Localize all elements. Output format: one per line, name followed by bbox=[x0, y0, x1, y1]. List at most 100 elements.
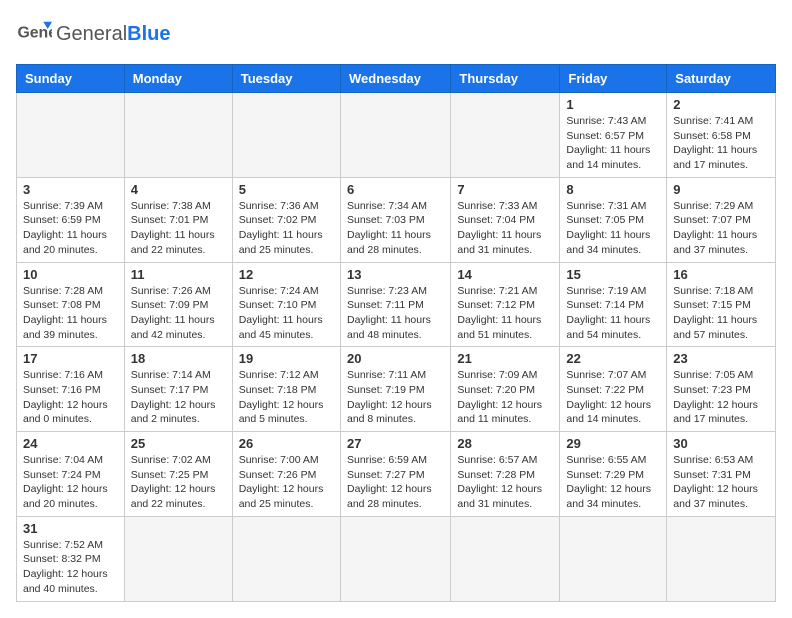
day-number: 4 bbox=[131, 182, 226, 197]
day-info: Sunrise: 7:16 AM Sunset: 7:16 PM Dayligh… bbox=[23, 368, 118, 427]
calendar-day-cell: 14 Sunrise: 7:21 AM Sunset: 7:12 PM Dayli… bbox=[451, 262, 560, 347]
day-info: Sunrise: 7:21 AM Sunset: 7:12 PM Dayligh… bbox=[457, 284, 553, 343]
day-info: Sunrise: 7:09 AM Sunset: 7:20 PM Dayligh… bbox=[457, 368, 553, 427]
logo-icon: General bbox=[16, 16, 52, 52]
calendar-day-cell bbox=[124, 516, 232, 601]
day-info: Sunrise: 7:29 AM Sunset: 7:07 PM Dayligh… bbox=[673, 199, 769, 258]
calendar-day-cell: 3Sunrise: 7:39 AM Sunset: 6:59 PM Daylig… bbox=[17, 177, 125, 262]
day-number: 2 bbox=[673, 97, 769, 112]
day-number: 24 bbox=[23, 436, 118, 451]
day-info: Sunrise: 7:11 AM Sunset: 7:19 PM Dayligh… bbox=[347, 368, 444, 427]
day-number: 20 bbox=[347, 351, 444, 366]
weekday-header-saturday: Saturday bbox=[667, 65, 776, 93]
day-number: 7 bbox=[457, 182, 553, 197]
day-number: 21 bbox=[457, 351, 553, 366]
calendar-day-cell: 7 Sunrise: 7:33 AM Sunset: 7:04 PM Daylig… bbox=[451, 177, 560, 262]
calendar-day-cell: 27 Sunrise: 6:59 AM Sunset: 7:27 PM Dayli… bbox=[340, 432, 450, 517]
logo-general-text: GeneralBlue bbox=[56, 23, 171, 45]
day-info: Sunrise: 7:38 AM Sunset: 7:01 PM Dayligh… bbox=[131, 199, 226, 258]
day-number: 26 bbox=[239, 436, 334, 451]
day-info: Sunrise: 7:39 AM Sunset: 6:59 PM Dayligh… bbox=[23, 199, 118, 258]
day-number: 31 bbox=[23, 521, 118, 536]
calendar-day-cell bbox=[560, 516, 667, 601]
weekday-header-friday: Friday bbox=[560, 65, 667, 93]
day-number: 5 bbox=[239, 182, 334, 197]
day-number: 6 bbox=[347, 182, 444, 197]
calendar-week-row: 24Sunrise: 7:04 AM Sunset: 7:24 PM Dayli… bbox=[17, 432, 776, 517]
calendar-day-cell: 4 Sunrise: 7:38 AM Sunset: 7:01 PM Daylig… bbox=[124, 177, 232, 262]
calendar-day-cell: 23Sunrise: 7:05 AM Sunset: 7:23 PM Dayli… bbox=[667, 347, 776, 432]
calendar-day-cell: 5 Sunrise: 7:36 AM Sunset: 7:02 PM Daylig… bbox=[232, 177, 340, 262]
calendar-day-cell: 24Sunrise: 7:04 AM Sunset: 7:24 PM Dayli… bbox=[17, 432, 125, 517]
day-number: 23 bbox=[673, 351, 769, 366]
day-info: Sunrise: 7:12 AM Sunset: 7:18 PM Dayligh… bbox=[239, 368, 334, 427]
day-number: 14 bbox=[457, 267, 553, 282]
calendar-day-cell: 16 Sunrise: 7:18 AM Sunset: 7:15 PM Dayli… bbox=[667, 262, 776, 347]
day-info: Sunrise: 6:53 AM Sunset: 7:31 PM Dayligh… bbox=[673, 453, 769, 512]
day-info: Sunrise: 7:31 AM Sunset: 7:05 PM Dayligh… bbox=[566, 199, 660, 258]
day-number: 13 bbox=[347, 267, 444, 282]
calendar-day-cell: 17 Sunrise: 7:16 AM Sunset: 7:16 PM Dayli… bbox=[17, 347, 125, 432]
day-info: Sunrise: 7:52 AM Sunset: 8:32 PM Dayligh… bbox=[23, 538, 118, 597]
day-number: 19 bbox=[239, 351, 334, 366]
calendar-day-cell: 20 Sunrise: 7:11 AM Sunset: 7:19 PM Dayli… bbox=[340, 347, 450, 432]
weekday-header-tuesday: Tuesday bbox=[232, 65, 340, 93]
logo: General GeneralBlue bbox=[16, 16, 171, 52]
day-number: 29 bbox=[566, 436, 660, 451]
day-info: Sunrise: 7:14 AM Sunset: 7:17 PM Dayligh… bbox=[131, 368, 226, 427]
calendar-table: SundayMondayTuesdayWednesdayThursdayFrid… bbox=[16, 64, 776, 602]
day-info: Sunrise: 7:00 AM Sunset: 7:26 PM Dayligh… bbox=[239, 453, 334, 512]
day-info: Sunrise: 7:34 AM Sunset: 7:03 PM Dayligh… bbox=[347, 199, 444, 258]
day-number: 16 bbox=[673, 267, 769, 282]
day-number: 9 bbox=[673, 182, 769, 197]
day-info: Sunrise: 7:07 AM Sunset: 7:22 PM Dayligh… bbox=[566, 368, 660, 427]
calendar-day-cell: 13 Sunrise: 7:23 AM Sunset: 7:11 PM Dayli… bbox=[340, 262, 450, 347]
calendar-day-cell: 29 Sunrise: 6:55 AM Sunset: 7:29 PM Dayli… bbox=[560, 432, 667, 517]
weekday-header-monday: Monday bbox=[124, 65, 232, 93]
day-number: 17 bbox=[23, 351, 118, 366]
day-info: Sunrise: 7:18 AM Sunset: 7:15 PM Dayligh… bbox=[673, 284, 769, 343]
day-number: 10 bbox=[23, 267, 118, 282]
calendar-week-row: 3Sunrise: 7:39 AM Sunset: 6:59 PM Daylig… bbox=[17, 177, 776, 262]
calendar-day-cell: 10 Sunrise: 7:28 AM Sunset: 7:08 PM Dayli… bbox=[17, 262, 125, 347]
calendar-day-cell: 8Sunrise: 7:31 AM Sunset: 7:05 PM Daylig… bbox=[560, 177, 667, 262]
calendar-day-cell: 26 Sunrise: 7:00 AM Sunset: 7:26 PM Dayli… bbox=[232, 432, 340, 517]
calendar-day-cell bbox=[232, 93, 340, 178]
day-number: 25 bbox=[131, 436, 226, 451]
day-info: Sunrise: 7:19 AM Sunset: 7:14 PM Dayligh… bbox=[566, 284, 660, 343]
calendar-week-row: 10 Sunrise: 7:28 AM Sunset: 7:08 PM Dayli… bbox=[17, 262, 776, 347]
calendar-day-cell: 31 Sunrise: 7:52 AM Sunset: 8:32 PM Dayli… bbox=[17, 516, 125, 601]
day-info: Sunrise: 6:59 AM Sunset: 7:27 PM Dayligh… bbox=[347, 453, 444, 512]
calendar-day-cell: 15 Sunrise: 7:19 AM Sunset: 7:14 PM Dayli… bbox=[560, 262, 667, 347]
calendar-day-cell bbox=[17, 93, 125, 178]
calendar-day-cell bbox=[340, 516, 450, 601]
day-info: Sunrise: 6:57 AM Sunset: 7:28 PM Dayligh… bbox=[457, 453, 553, 512]
calendar-day-cell: 1Sunrise: 7:43 AM Sunset: 6:57 PM Daylig… bbox=[560, 93, 667, 178]
calendar-day-cell bbox=[124, 93, 232, 178]
day-number: 27 bbox=[347, 436, 444, 451]
calendar-day-cell: 30Sunrise: 6:53 AM Sunset: 7:31 PM Dayli… bbox=[667, 432, 776, 517]
calendar-day-cell: 9 Sunrise: 7:29 AM Sunset: 7:07 PM Daylig… bbox=[667, 177, 776, 262]
calendar-week-row: 17 Sunrise: 7:16 AM Sunset: 7:16 PM Dayli… bbox=[17, 347, 776, 432]
calendar-day-cell: 12Sunrise: 7:24 AM Sunset: 7:10 PM Dayli… bbox=[232, 262, 340, 347]
day-info: Sunrise: 7:23 AM Sunset: 7:11 PM Dayligh… bbox=[347, 284, 444, 343]
day-info: Sunrise: 7:28 AM Sunset: 7:08 PM Dayligh… bbox=[23, 284, 118, 343]
day-info: Sunrise: 7:33 AM Sunset: 7:04 PM Dayligh… bbox=[457, 199, 553, 258]
calendar-day-cell bbox=[667, 516, 776, 601]
day-info: Sunrise: 6:55 AM Sunset: 7:29 PM Dayligh… bbox=[566, 453, 660, 512]
weekday-header-wednesday: Wednesday bbox=[340, 65, 450, 93]
day-info: Sunrise: 7:43 AM Sunset: 6:57 PM Dayligh… bbox=[566, 114, 660, 173]
day-number: 12 bbox=[239, 267, 334, 282]
day-info: Sunrise: 7:36 AM Sunset: 7:02 PM Dayligh… bbox=[239, 199, 334, 258]
calendar-day-cell: 18 Sunrise: 7:14 AM Sunset: 7:17 PM Dayli… bbox=[124, 347, 232, 432]
calendar-day-cell: 2Sunrise: 7:41 AM Sunset: 6:58 PM Daylig… bbox=[667, 93, 776, 178]
calendar-day-cell: 11Sunrise: 7:26 AM Sunset: 7:09 PM Dayli… bbox=[124, 262, 232, 347]
day-number: 28 bbox=[457, 436, 553, 451]
day-number: 15 bbox=[566, 267, 660, 282]
calendar-day-cell: 6 Sunrise: 7:34 AM Sunset: 7:03 PM Daylig… bbox=[340, 177, 450, 262]
day-number: 18 bbox=[131, 351, 226, 366]
day-number: 11 bbox=[131, 267, 226, 282]
calendar-day-cell: 25Sunrise: 7:02 AM Sunset: 7:25 PM Dayli… bbox=[124, 432, 232, 517]
weekday-header-sunday: Sunday bbox=[17, 65, 125, 93]
calendar-day-cell: 22Sunrise: 7:07 AM Sunset: 7:22 PM Dayli… bbox=[560, 347, 667, 432]
